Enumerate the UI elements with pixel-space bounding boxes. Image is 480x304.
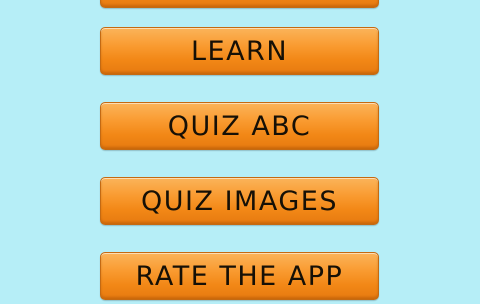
learn-button-label: LEARN: [190, 35, 289, 67]
quiz-images-button[interactable]: QUIZ IMAGES: [100, 177, 379, 225]
top-menu-button-partial[interactable]: [100, 0, 379, 8]
quiz-images-button-label: QUIZ IMAGES: [141, 185, 338, 217]
learn-button[interactable]: LEARN: [100, 27, 379, 75]
rate-the-app-button-label: RATE THE APP: [135, 260, 344, 292]
rate-the-app-button[interactable]: RATE THE APP: [100, 252, 379, 300]
quiz-abc-button-label: QUIZ ABC: [167, 110, 312, 142]
quiz-abc-button[interactable]: QUIZ ABC: [100, 102, 379, 150]
main-menu-screen: LEARN QUIZ ABC QUIZ IMAGES RATE THE APP: [0, 0, 480, 304]
